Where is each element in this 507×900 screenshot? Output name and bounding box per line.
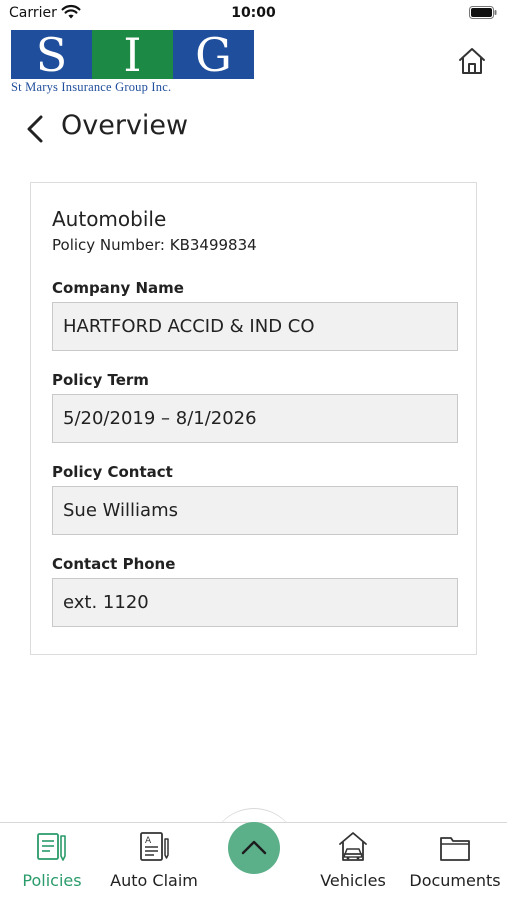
logo-letter: I	[92, 30, 173, 79]
home-icon	[459, 48, 485, 74]
back-button[interactable]	[22, 112, 48, 146]
policy-number: Policy Number: KB3499834	[52, 236, 257, 254]
documents-icon	[438, 830, 472, 864]
field-label: Contact Phone	[52, 555, 176, 573]
policy-term-field: Policy Term 5/20/2019 – 8/1/2026	[52, 371, 458, 443]
policy-type: Automobile	[52, 207, 167, 231]
vehicles-icon	[336, 830, 370, 864]
logo-tagline: St Marys Insurance Group Inc.	[11, 80, 172, 94]
contact-phone-field: Contact Phone ext. 1120	[52, 555, 458, 627]
svg-text:A: A	[145, 836, 152, 846]
chevron-up-icon	[241, 840, 267, 855]
logo-letter: G	[173, 30, 254, 79]
tab-label: Auto Claim	[110, 871, 198, 890]
policy-contact-field: Policy Contact Sue Williams	[52, 463, 458, 535]
battery-icon	[469, 6, 497, 19]
auto-claim-icon: A	[137, 830, 171, 864]
logo-letter: S	[11, 30, 92, 79]
policies-icon	[35, 830, 69, 864]
tab-label: Documents	[409, 871, 501, 890]
field-label: Policy Contact	[52, 463, 173, 481]
expand-menu-button[interactable]	[228, 822, 280, 874]
tab-auto-claim[interactable]: A Auto Claim	[104, 823, 204, 900]
field-label: Policy Term	[52, 371, 149, 389]
field-label: Company Name	[52, 279, 184, 297]
status-time: 10:00	[231, 5, 276, 21]
tab-policies[interactable]: Policies	[14, 823, 90, 900]
contact-phone-value[interactable]: ext. 1120	[52, 578, 458, 627]
chevron-left-icon	[27, 115, 43, 143]
company-name-value: HARTFORD ACCID & IND CO	[52, 302, 458, 351]
company-name-field: Company Name HARTFORD ACCID & IND CO	[52, 279, 458, 351]
tab-label: Vehicles	[320, 871, 386, 890]
policy-card: Automobile Policy Number: KB3499834 Comp…	[30, 182, 477, 655]
page-title: Overview	[61, 110, 189, 141]
tab-vehicles[interactable]: Vehicles	[312, 823, 394, 900]
policy-term-value: 5/20/2019 – 8/1/2026	[52, 394, 458, 443]
policy-contact-value: Sue Williams	[52, 486, 458, 535]
status-bar: Carrier 10:00	[0, 0, 507, 28]
tab-label: Policies	[22, 871, 82, 890]
tab-documents[interactable]: Documents	[406, 823, 504, 900]
home-button[interactable]	[456, 44, 488, 78]
sig-logo: S I G St Marys Insurance Group Inc.	[11, 30, 254, 94]
